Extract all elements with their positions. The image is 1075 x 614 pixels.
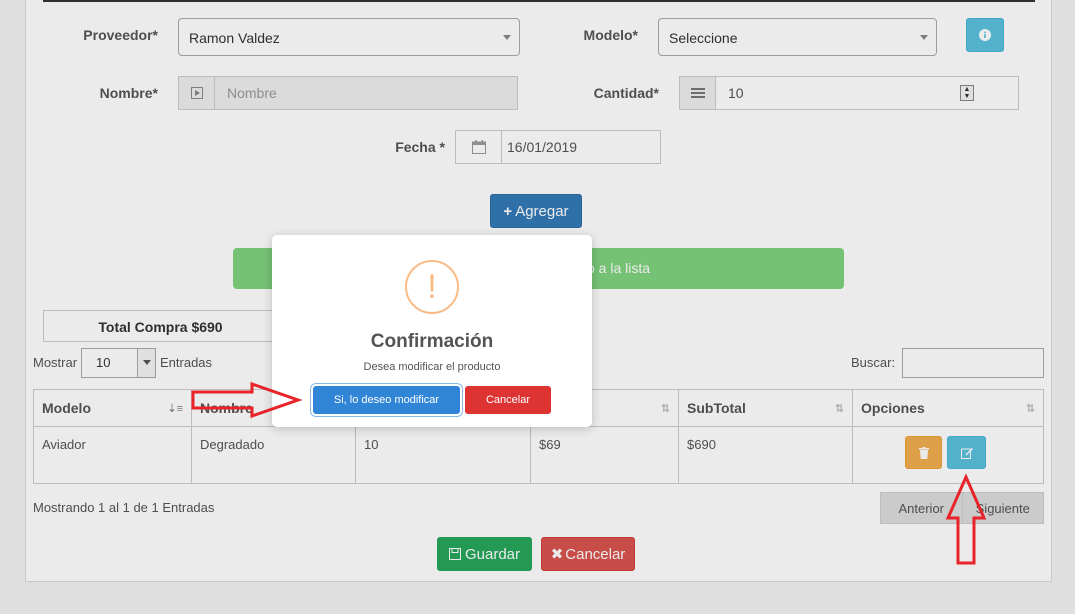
dialog-text: Desea modificar el producto	[363, 361, 501, 373]
confirm-modify-button[interactable]: Si, lo deseo modificar	[313, 386, 460, 414]
confirm-dialog: ! Confirmación Desea modificar el produc…	[272, 235, 592, 427]
annotation-right-arrow-icon	[191, 382, 302, 418]
dialog-title: Confirmación	[370, 331, 494, 352]
annotation-up-arrow-icon	[945, 474, 987, 565]
dialog-cancel-button[interactable]: Cancelar	[465, 386, 551, 414]
warning-icon: !	[405, 260, 459, 314]
